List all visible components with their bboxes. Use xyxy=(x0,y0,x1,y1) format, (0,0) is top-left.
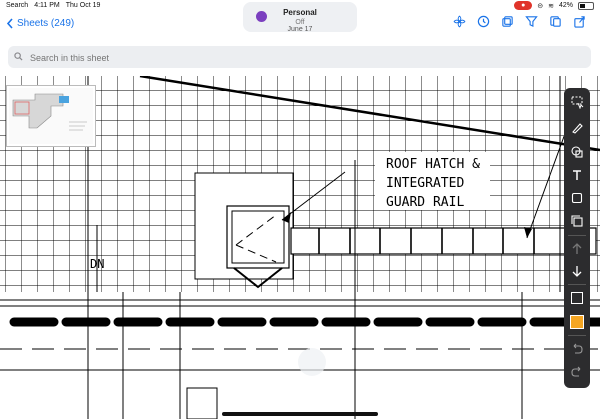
date: Thu Oct 19 xyxy=(65,2,101,9)
time: 4:11 PM xyxy=(34,2,60,9)
palette-divider xyxy=(568,235,586,236)
shapes-icon[interactable] xyxy=(567,142,587,162)
annotation-palette xyxy=(564,88,590,388)
filter-icon[interactable] xyxy=(525,15,538,28)
fill-none-swatch[interactable] xyxy=(567,288,587,308)
screen-record-icon[interactable]: ● xyxy=(514,1,533,10)
copy-icon[interactable] xyxy=(549,15,562,28)
layers-icon[interactable] xyxy=(501,15,514,28)
lasso-select-icon[interactable] xyxy=(567,92,587,112)
undo-icon[interactable] xyxy=(567,339,587,359)
callout-line-3: GUARD RAIL xyxy=(386,195,464,210)
battery-percent: 42% xyxy=(558,2,573,9)
color-swatch[interactable] xyxy=(567,312,587,332)
back-to-search-label[interactable]: Search xyxy=(6,2,28,9)
clock-icon[interactable] xyxy=(477,15,490,28)
dn-label: DN xyxy=(90,257,104,271)
callout-box-icon[interactable] xyxy=(567,188,587,208)
home-indicator[interactable] xyxy=(222,412,378,416)
back-button[interactable]: Sheets (249) xyxy=(6,18,74,29)
focus-subtitle: Off xyxy=(295,19,305,26)
arrow-down-icon[interactable] xyxy=(567,261,587,281)
text-icon[interactable] xyxy=(567,165,587,185)
focus-title: Personal xyxy=(283,8,317,17)
arrow-up-icon[interactable] xyxy=(567,239,587,259)
redo-icon[interactable] xyxy=(567,362,587,382)
sticky-note-icon[interactable] xyxy=(567,211,587,231)
toolbar xyxy=(453,15,586,28)
callout-line-2: INTEGRATED xyxy=(386,176,464,191)
chevron-left-icon xyxy=(6,18,13,29)
back-label: Sheets (249) xyxy=(17,18,75,29)
fan-icon[interactable] xyxy=(453,15,466,28)
search-input[interactable] xyxy=(28,49,572,67)
sheet-minimap[interactable] xyxy=(6,85,96,147)
wifi-icon: ≋ xyxy=(548,2,554,10)
selected-color xyxy=(570,315,584,329)
vpn-icon: ⊝ xyxy=(537,2,544,10)
battery-icon xyxy=(578,1,594,10)
callout-line-1: ROOF HATCH & xyxy=(386,157,480,172)
pen-icon[interactable] xyxy=(567,118,587,138)
palette-divider xyxy=(568,284,586,285)
palette-divider xyxy=(568,335,586,336)
search-icon xyxy=(14,52,23,61)
share-icon[interactable] xyxy=(573,15,586,28)
minimap-preview xyxy=(9,88,93,144)
sheet-search-bar[interactable] xyxy=(8,46,591,68)
